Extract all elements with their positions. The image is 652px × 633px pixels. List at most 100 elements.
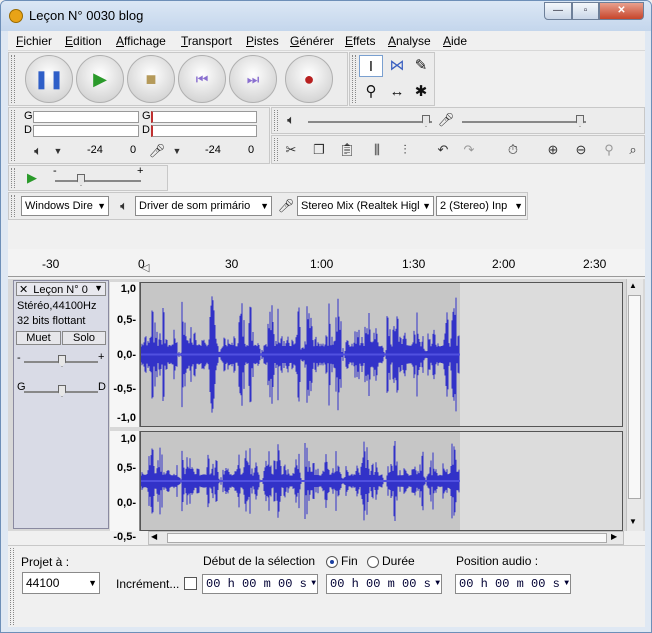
menu-fichier[interactable]: Fichier xyxy=(16,34,52,48)
input-volume-thumb[interactable] xyxy=(576,115,584,127)
vertical-scrollbar[interactable]: ▲ ▼ xyxy=(626,279,643,531)
paste-icon[interactable]: 📋︎ xyxy=(336,139,358,161)
mute-button[interactable]: Muet xyxy=(16,331,61,345)
snap-checkbox[interactable] xyxy=(184,577,197,590)
envelope-tool-icon[interactable]: ⋈ xyxy=(385,55,409,77)
selection-end-field[interactable]: 00 h 00 m 00 s ▼ xyxy=(326,574,442,594)
end-radio[interactable] xyxy=(326,556,338,568)
scroll-up-icon[interactable]: ▲ xyxy=(629,281,637,290)
scroll-right-icon[interactable]: ▶ xyxy=(611,532,617,541)
window-title: Leçon N° 0030 blog xyxy=(29,8,144,23)
horizontal-scroll-thumb[interactable] xyxy=(167,533,607,543)
speed-thumb[interactable] xyxy=(77,174,85,186)
multi-tool-icon[interactable]: ✱ xyxy=(409,81,433,103)
pause-icon: ❚❚ xyxy=(33,69,65,89)
output-meter-left[interactable] xyxy=(33,111,139,123)
input-meter-right[interactable] xyxy=(151,125,257,137)
speaker-icon[interactable]: 🔈︎ xyxy=(27,140,49,162)
menu-analyse[interactable]: Analyse xyxy=(388,34,431,48)
output-volume-thumb[interactable] xyxy=(422,115,430,127)
fit-selection-icon[interactable]: ⚲ xyxy=(598,139,620,161)
duration-radio[interactable] xyxy=(367,556,379,568)
input-meter-menu-icon[interactable]: ▼ xyxy=(166,140,188,162)
maximize-button[interactable]: ▫ xyxy=(572,2,599,20)
toolbar-grip[interactable] xyxy=(10,548,14,625)
menu-bar: Fichier Edition Affichage Transport Pist… xyxy=(8,31,645,51)
solo-button[interactable]: Solo xyxy=(62,331,106,345)
selection-start-label: Début de la sélection xyxy=(203,554,316,568)
menu-affichage[interactable]: Affichage xyxy=(116,34,166,48)
selection-start-field[interactable]: 00 h 00 m 00 s ▼ xyxy=(202,574,318,594)
audio-position-field[interactable]: 00 h 00 m 00 s ▼ xyxy=(455,574,571,594)
input-device-select[interactable]: Stereo Mix (Realtek Higl ▼ xyxy=(297,196,434,216)
zoom-tool-icon[interactable]: ⚲ xyxy=(359,81,383,103)
menu-pistes[interactable]: Pistes xyxy=(246,34,279,48)
skip-end-icon: ⏭ xyxy=(246,71,260,87)
speed-slider[interactable] xyxy=(55,180,141,182)
zoom-in-icon[interactable]: ⊕ xyxy=(542,139,564,161)
microphone-icon[interactable]: 🎤︎ xyxy=(146,140,168,162)
minimize-button[interactable]: — xyxy=(544,2,572,20)
undo-icon[interactable]: ↶ xyxy=(432,139,454,161)
scroll-left-icon[interactable]: ◀ xyxy=(151,532,157,541)
timeline-ruler[interactable]: -30 0 30 1:00 1:30 2:00 2:30 ◁ xyxy=(8,249,645,277)
horizontal-scrollbar[interactable]: ◀ ▶ xyxy=(148,531,624,545)
host-select[interactable]: Windows Dire ▼ xyxy=(21,196,109,216)
pan-thumb[interactable] xyxy=(58,385,66,397)
selection-tool-icon[interactable]: I xyxy=(359,55,383,77)
chevron-down-icon: ▼ xyxy=(260,201,269,211)
toolbar-grip[interactable] xyxy=(11,110,15,161)
skip-end-button[interactable]: ⏭ xyxy=(229,55,277,103)
menu-edition[interactable]: Edition xyxy=(65,34,102,48)
gain-thumb[interactable] xyxy=(58,355,66,367)
waveform-channel-right[interactable] xyxy=(140,431,623,531)
input-meter-left-label: G xyxy=(142,110,151,122)
menu-generer[interactable]: Générer xyxy=(290,34,334,48)
toolbar-grip[interactable] xyxy=(352,55,356,103)
close-button[interactable]: ✕ xyxy=(599,2,644,20)
input-tick-24: -24 xyxy=(205,144,221,156)
input-meter-left[interactable] xyxy=(151,111,257,123)
pause-button[interactable]: ❚❚ xyxy=(25,55,73,103)
silence-icon[interactable]: ⫶ xyxy=(394,139,416,161)
menu-aide[interactable]: Aide xyxy=(443,34,467,48)
channels-select[interactable]: 2 (Stereo) Inp ▼ xyxy=(436,196,526,216)
vertical-scale-bottom[interactable]: 1,0 0,5- 0,0- -0,5- xyxy=(110,431,140,543)
toolbar-grip[interactable] xyxy=(274,138,278,161)
scroll-down-icon[interactable]: ▼ xyxy=(629,517,637,526)
toolbar-grip[interactable] xyxy=(11,168,15,188)
track-name[interactable]: Leçon N° 0 xyxy=(33,284,88,296)
skip-start-button[interactable]: ⏮ xyxy=(178,55,226,103)
menu-transport[interactable]: Transport xyxy=(181,34,232,48)
project-rate-select[interactable]: 44100 ▼ xyxy=(22,572,100,594)
toolbar-grip[interactable] xyxy=(274,110,278,131)
output-meter-menu-icon[interactable]: ▼ xyxy=(47,140,69,162)
play-at-speed-icon[interactable]: ▶ xyxy=(21,167,43,189)
play-button[interactable]: ▶ xyxy=(76,55,124,103)
vertical-scroll-thumb[interactable] xyxy=(628,295,641,499)
cut-icon[interactable]: ✂ xyxy=(280,139,302,161)
output-device-select[interactable]: Driver de som primário ▼ xyxy=(135,196,272,216)
redo-icon[interactable]: ↷ xyxy=(458,139,480,161)
input-volume-slider[interactable] xyxy=(462,121,586,123)
copy-icon[interactable]: ❐ xyxy=(308,139,330,161)
track-close-icon[interactable]: ✕ xyxy=(17,284,30,296)
output-meter-right[interactable] xyxy=(33,125,139,137)
sync-lock-icon[interactable]: ⏱ xyxy=(502,139,524,161)
toolbar-grip[interactable] xyxy=(11,55,15,103)
stop-button[interactable]: ■ xyxy=(127,55,175,103)
fit-project-icon[interactable]: ⌕ xyxy=(622,139,644,161)
output-volume-slider[interactable] xyxy=(308,121,432,123)
zoom-out-icon[interactable]: ⊖ xyxy=(570,139,592,161)
track-menu-chevron-icon[interactable]: ▼ xyxy=(94,283,103,293)
track-title-bar[interactable]: ✕ Leçon N° 0 ▼ xyxy=(16,282,106,296)
vertical-scale-top[interactable]: 1,0 0,5- 0,0- -0,5- -1,0 xyxy=(110,282,140,427)
play-head-icon[interactable]: ◁ xyxy=(141,261,149,274)
trim-icon[interactable]: ⫼ xyxy=(366,139,388,161)
waveform-channel-left[interactable] xyxy=(140,282,623,427)
timeshift-tool-icon[interactable]: ↔ xyxy=(385,81,409,103)
record-button[interactable]: ● xyxy=(285,55,333,103)
draw-tool-icon[interactable]: ✎ xyxy=(409,55,433,77)
toolbar-grip[interactable] xyxy=(11,195,15,217)
menu-effets[interactable]: Effets xyxy=(345,34,375,48)
